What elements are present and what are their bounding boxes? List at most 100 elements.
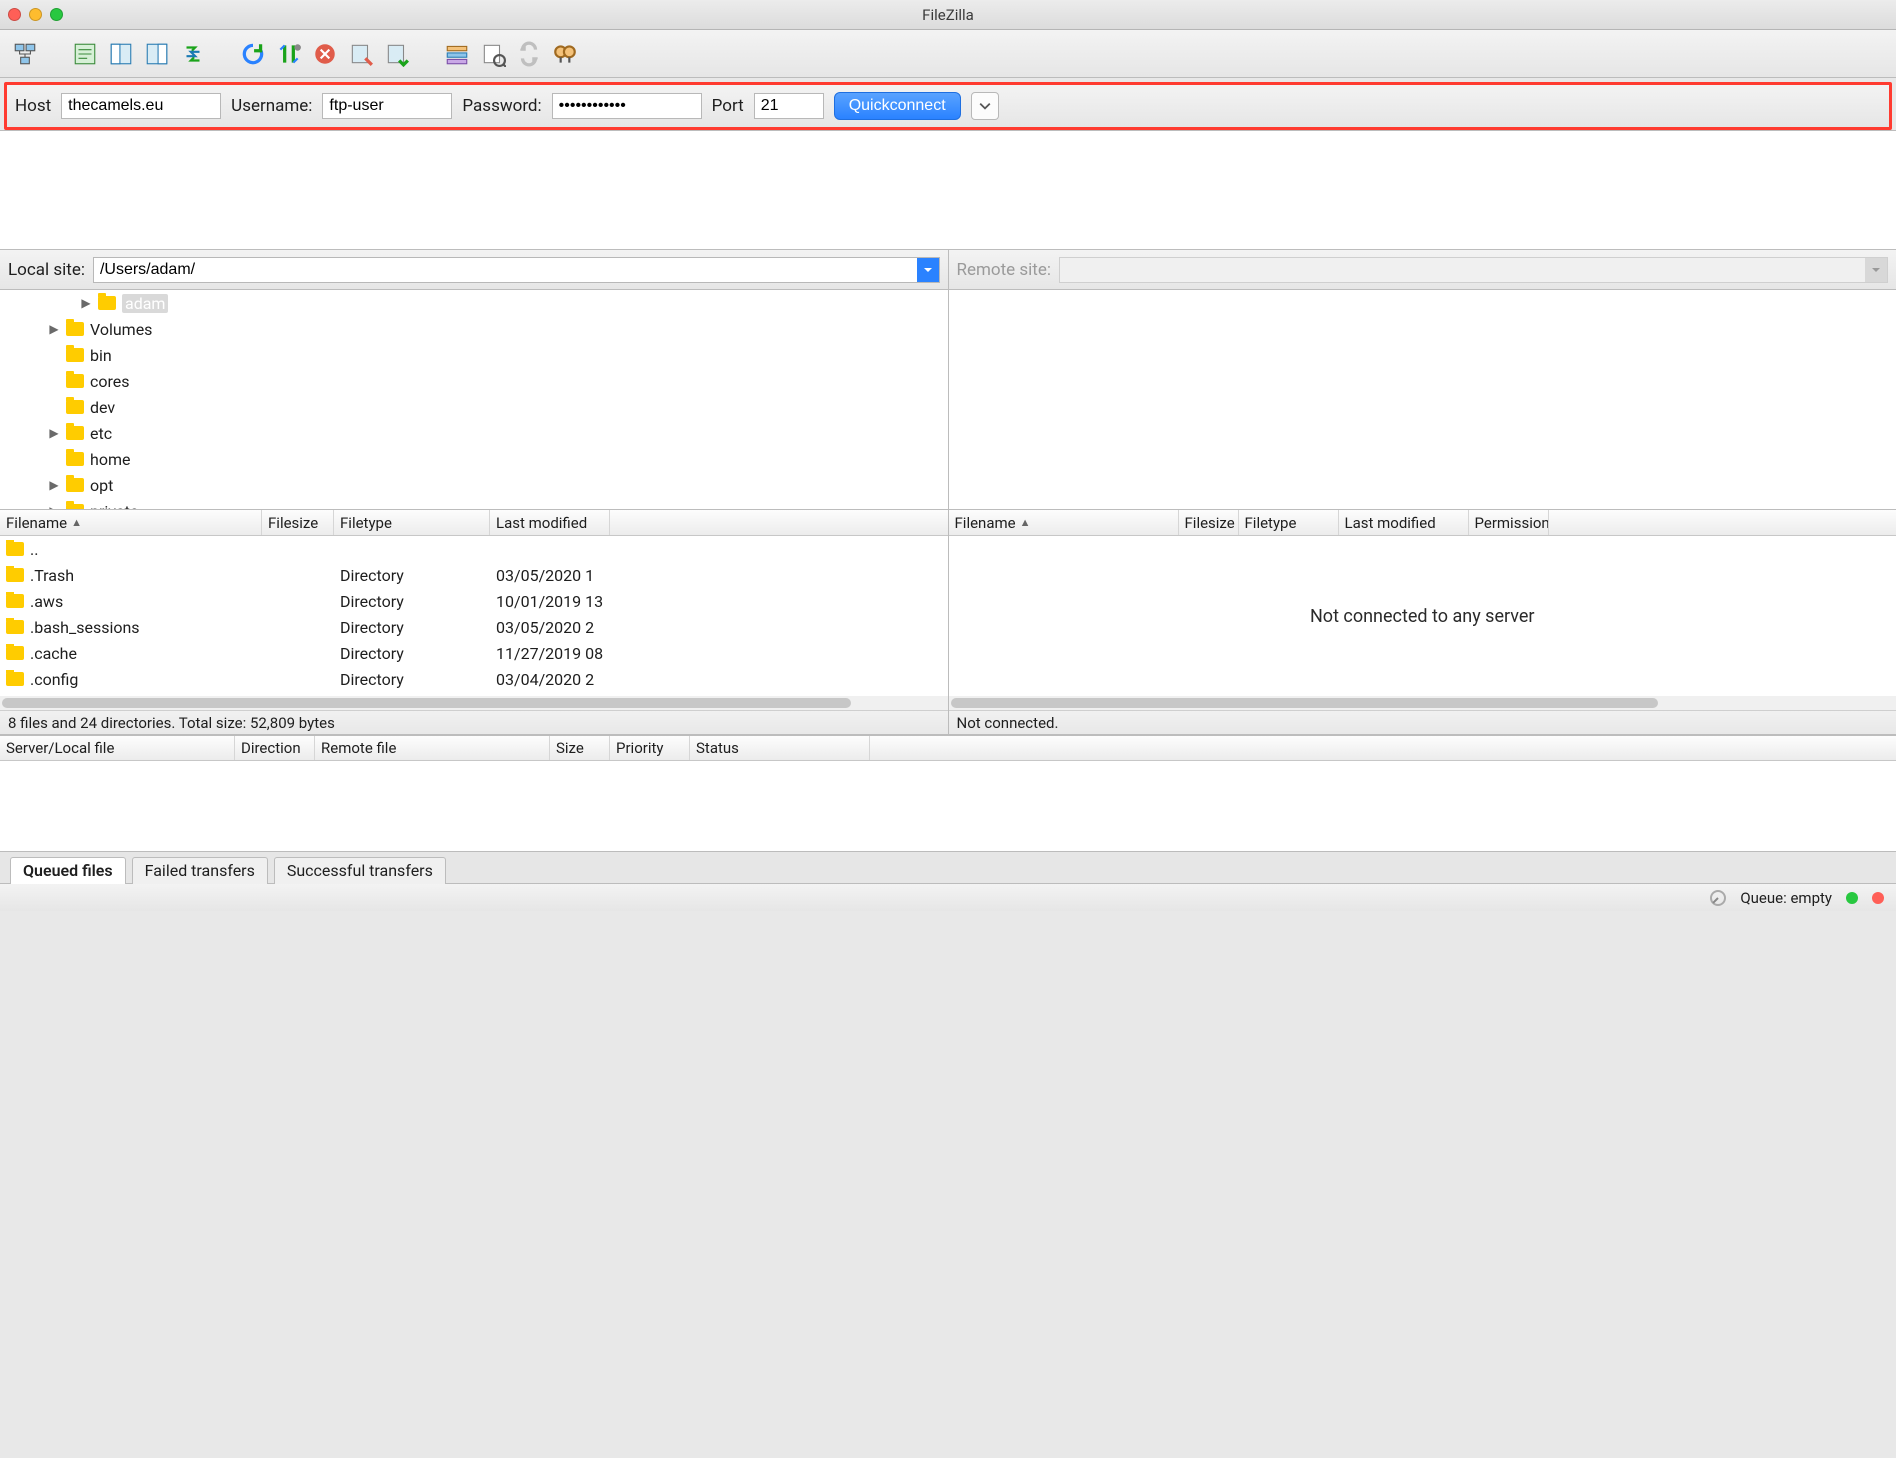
col-priority[interactable]: Priority (610, 736, 690, 760)
maximize-window-button[interactable] (50, 8, 63, 21)
site-manager-icon[interactable] (10, 39, 40, 69)
tree-item-label: bin (90, 346, 112, 365)
local-directory-tree[interactable]: ▶adam▶Volumesbincoresdev▶etchome▶opt▶pri… (0, 290, 948, 510)
local-site-combo[interactable] (93, 257, 940, 283)
main-toolbar (0, 30, 1896, 78)
tree-item[interactable]: bin (0, 342, 948, 368)
window-titlebar: FileZilla (0, 0, 1896, 30)
tree-item-label: dev (90, 398, 115, 417)
disconnect-icon[interactable] (346, 39, 376, 69)
col-filesize[interactable]: Filesize (262, 510, 334, 535)
tree-item-label: opt (90, 476, 113, 495)
quickconnect-history-dropdown[interactable] (971, 92, 999, 120)
local-pane: Local site: ▶adam▶Volumesbincoresdev▶etc… (0, 250, 948, 734)
expander-icon[interactable]: ▶ (48, 504, 60, 510)
tree-item-label: Volumes (90, 320, 152, 339)
col-filesize[interactable]: Filesize (1179, 510, 1239, 535)
minimize-window-button[interactable] (29, 8, 42, 21)
remote-file-header[interactable]: Filename▲ Filesize Filetype Last modifie… (949, 510, 1896, 536)
reconnect-icon[interactable] (382, 39, 412, 69)
local-hscrollbar[interactable] (0, 696, 948, 710)
remote-hscrollbar[interactable] (949, 696, 1896, 710)
tree-item[interactable]: ▶ Volumes (0, 316, 948, 342)
folder-icon (66, 374, 84, 388)
file-name: .Trash (30, 566, 74, 585)
password-input[interactable] (552, 93, 702, 119)
queue-body[interactable] (0, 761, 1896, 851)
tree-item[interactable]: ▶ opt (0, 472, 948, 498)
tree-item[interactable]: cores (0, 368, 948, 394)
window-title: FileZilla (0, 6, 1896, 24)
sort-asc-icon: ▲ (71, 516, 82, 529)
tree-item[interactable]: dev (0, 394, 948, 420)
sort-asc-icon: ▲ (1020, 516, 1031, 529)
col-server[interactable]: Server/Local file (0, 736, 235, 760)
toggle-log-icon[interactable] (70, 39, 100, 69)
refresh-icon[interactable] (238, 39, 268, 69)
remote-directory-tree (949, 290, 1896, 510)
quickconnect-button[interactable]: Quickconnect (834, 92, 961, 120)
file-name: .bash_sessions (30, 618, 140, 637)
queue-status-text: Queue: empty (1740, 889, 1832, 907)
local-site-input[interactable] (94, 259, 917, 281)
col-lastmod[interactable]: Last modified (490, 510, 610, 535)
search-icon[interactable] (550, 39, 580, 69)
col-direction[interactable]: Direction (235, 736, 315, 760)
remote-site-label: Remote site: (957, 260, 1052, 280)
bottom-status-bar: Queue: empty (0, 883, 1896, 911)
expander-icon[interactable]: ▶ (48, 426, 60, 440)
quickconnect-highlight: Host Username: Password: Port Quickconne… (4, 82, 1892, 130)
queue-header[interactable]: Server/Local file Direction Remote file … (0, 735, 1896, 761)
tab-queued-files[interactable]: Queued files (10, 857, 126, 884)
toggle-remote-tree-icon[interactable] (142, 39, 172, 69)
tab-failed-transfers[interactable]: Failed transfers (132, 857, 268, 884)
directory-compare-icon[interactable] (478, 39, 508, 69)
tree-item[interactable]: ▶private (0, 498, 948, 510)
cancel-icon[interactable] (310, 39, 340, 69)
toggle-local-tree-icon[interactable] (106, 39, 136, 69)
expander-icon[interactable]: ▶ (48, 478, 60, 492)
expander-icon[interactable]: ▶ (48, 322, 60, 336)
col-filename[interactable]: Filename▲ (949, 510, 1179, 535)
expander-icon[interactable]: ▶ (80, 296, 92, 310)
file-row[interactable]: .. (0, 536, 948, 562)
remote-status: Not connected. (949, 710, 1896, 734)
message-log[interactable] (0, 130, 1896, 250)
file-row[interactable]: .TrashDirectory03/05/2020 1 (0, 562, 948, 588)
file-row[interactable]: .cacheDirectory11/27/2019 08 (0, 640, 948, 666)
folder-icon (98, 296, 116, 310)
file-name: .aws (30, 592, 63, 611)
file-row[interactable]: .bash_sessionsDirectory03/05/2020 2 (0, 614, 948, 640)
col-filename[interactable]: Filename▲ (0, 510, 262, 535)
filter-icon[interactable] (442, 39, 472, 69)
sync-browse-icon[interactable] (514, 39, 544, 69)
tree-item[interactable]: ▶adam (0, 290, 948, 316)
remote-site-combo (1059, 257, 1888, 283)
password-label: Password: (462, 96, 541, 116)
host-input[interactable] (61, 93, 221, 119)
col-filetype[interactable]: Filetype (1239, 510, 1339, 535)
file-row[interactable]: .configDirectory03/04/2020 2 (0, 666, 948, 692)
col-size[interactable]: Size (550, 736, 610, 760)
tree-item-label: cores (90, 372, 130, 391)
file-row[interactable]: .awsDirectory10/01/2019 13 (0, 588, 948, 614)
username-input[interactable] (322, 93, 452, 119)
process-queue-icon[interactable] (274, 39, 304, 69)
tree-item[interactable]: ▶etc (0, 420, 948, 446)
local-file-header[interactable]: Filename▲ Filesize Filetype Last modifie… (0, 510, 948, 536)
local-site-dropdown[interactable] (917, 258, 939, 282)
col-remote[interactable]: Remote file (315, 736, 550, 760)
col-lastmod[interactable]: Last modified (1339, 510, 1469, 535)
col-status[interactable]: Status (690, 736, 870, 760)
close-window-button[interactable] (8, 8, 21, 21)
col-permission[interactable]: Permission (1469, 510, 1549, 535)
col-filetype[interactable]: Filetype (334, 510, 490, 535)
folder-icon (6, 594, 24, 608)
toggle-queue-icon[interactable] (178, 39, 208, 69)
folder-icon (6, 620, 24, 634)
tab-successful-transfers[interactable]: Successful transfers (274, 857, 446, 884)
local-file-list[interactable]: ...TrashDirectory03/05/2020 1.awsDirecto… (0, 536, 948, 696)
speed-gauge-icon[interactable] (1710, 890, 1726, 906)
port-input[interactable] (754, 93, 824, 119)
tree-item[interactable]: home (0, 446, 948, 472)
